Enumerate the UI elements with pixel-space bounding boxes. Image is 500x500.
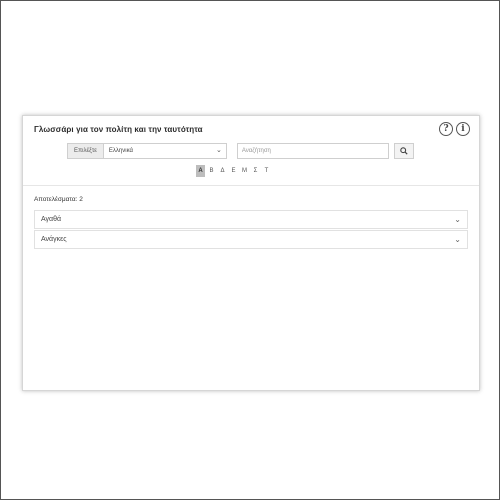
help-icons: ? i	[439, 122, 470, 136]
letter-t[interactable]: Τ	[262, 165, 271, 177]
letter-filter: Α Β Δ Ε Μ Σ Τ	[196, 165, 271, 177]
language-select-value[interactable]: Ελληνικά ⌄	[103, 144, 226, 158]
chevron-down-icon: ⌄	[216, 147, 222, 154]
letter-m[interactable]: Μ	[240, 165, 249, 177]
chevron-down-icon: ⌄	[454, 215, 461, 224]
language-select[interactable]: Επιλέξτε Ελληνικά ⌄	[67, 143, 227, 159]
search-button[interactable]	[393, 143, 414, 159]
divider	[23, 185, 479, 186]
language-select-text: Ελληνικά	[108, 148, 133, 154]
window-frame: Γλωσσάρι για τον πολίτη και την ταυτότητ…	[0, 0, 500, 500]
language-select-label: Επιλέξτε	[68, 144, 104, 158]
letter-b[interactable]: Β	[207, 165, 216, 177]
glossary-panel: Γλωσσάρι για τον πολίτη και την ταυτότητ…	[22, 115, 480, 391]
panel-title: Γλωσσάρι για τον πολίτη και την ταυτότητ…	[34, 125, 203, 134]
letter-d[interactable]: Δ	[218, 165, 227, 177]
list-item-label: Αγαθά	[41, 216, 62, 223]
letter-e[interactable]: Ε	[229, 165, 238, 177]
chevron-down-icon: ⌄	[454, 235, 461, 244]
controls-row: Επιλέξτε Ελληνικά ⌄ Αναζήτηση	[67, 143, 414, 159]
letter-s[interactable]: Σ	[251, 165, 260, 177]
list-item-label: Ανάγκες	[41, 236, 67, 243]
help-question-icon[interactable]: ?	[439, 122, 453, 136]
results-list: Αγαθά ⌄ Ανάγκες ⌄	[34, 210, 468, 250]
list-item[interactable]: Αγαθά ⌄	[34, 210, 468, 229]
search-input[interactable]: Αναζήτηση	[236, 143, 389, 159]
list-item[interactable]: Ανάγκες ⌄	[34, 230, 468, 249]
search-icon	[400, 147, 408, 155]
results-count: Αποτελέσματα: 2	[34, 196, 83, 203]
letter-a[interactable]: Α	[196, 165, 205, 177]
info-icon[interactable]: i	[456, 122, 470, 136]
